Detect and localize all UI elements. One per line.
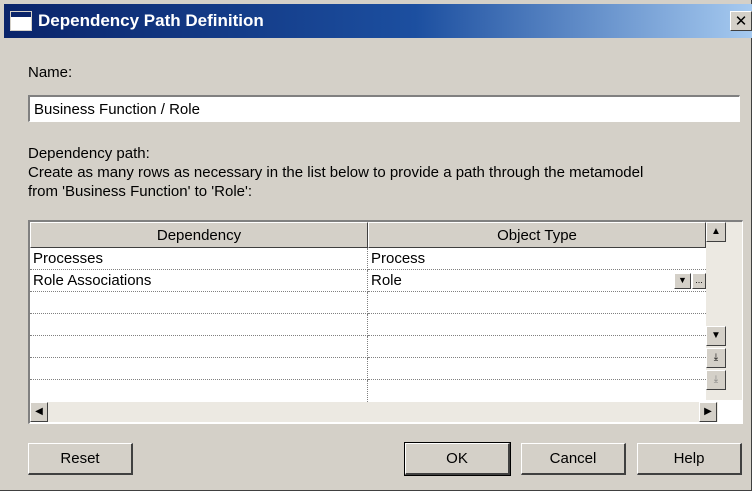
reset-button[interactable]: Reset <box>28 443 133 475</box>
instructions-line-2: from 'Business Function' to 'Role': <box>28 183 253 200</box>
grid-empty-cell[interactable] <box>30 336 368 358</box>
dependency-grid: Dependency Object Type Processes Process… <box>28 220 743 424</box>
grid-empty-cell[interactable] <box>30 358 368 380</box>
ok-button[interactable]: OK <box>404 442 511 476</box>
vertical-scrollbar[interactable]: ▲ ▼ ⤓ ⤓ <box>706 222 742 400</box>
dialog-window-icon <box>10 11 32 31</box>
grid-empty-cell[interactable] <box>368 358 706 380</box>
page-down-icon[interactable]: ⤓ <box>706 348 726 368</box>
name-label: Name: <box>28 64 73 81</box>
cancel-button[interactable]: Cancel <box>521 443 626 475</box>
scroll-down-icon[interactable]: ▼ <box>706 326 726 346</box>
title-bar[interactable]: Dependency Path Definition ✕ <box>4 4 752 38</box>
grid-cell-object-type[interactable]: Role <box>368 270 706 292</box>
grid-empty-cell[interactable] <box>30 380 368 402</box>
grid-empty-cell[interactable] <box>368 292 706 314</box>
page-down-disabled-icon: ⤓ <box>706 370 726 390</box>
scroll-right-icon[interactable]: ▶ <box>699 402 717 422</box>
grid-empty-cell[interactable] <box>368 336 706 358</box>
close-icon[interactable]: ✕ <box>730 11 752 31</box>
grid-cell-dependency[interactable]: Processes <box>30 248 368 270</box>
grid-empty-cell[interactable] <box>368 314 706 336</box>
instructions-line-1: Create as many rows as necessary in the … <box>28 164 644 181</box>
dependency-path-label: Dependency path: <box>28 145 150 162</box>
grid-empty-cell[interactable] <box>368 380 706 402</box>
horizontal-scrollbar[interactable]: ◀ ▶ <box>30 402 718 422</box>
dependency-path-dialog: Dependency Path Definition ✕ Name: Busin… <box>0 0 752 491</box>
help-button[interactable]: Help <box>637 443 742 475</box>
name-field[interactable]: Business Function / Role <box>28 95 740 122</box>
dialog-title: Dependency Path Definition <box>38 11 264 30</box>
chevron-down-icon[interactable]: ▼ <box>674 273 691 289</box>
ellipsis-icon[interactable]: ... <box>692 273 706 289</box>
scroll-up-icon[interactable]: ▲ <box>706 222 726 242</box>
grid-cell-dependency[interactable]: Role Associations <box>30 270 368 292</box>
grid-empty-cell[interactable] <box>30 314 368 336</box>
grid-cell-object-type[interactable]: Process <box>368 248 706 270</box>
scroll-left-icon[interactable]: ◀ <box>30 402 48 422</box>
grid-empty-cell[interactable] <box>30 292 368 314</box>
column-header-dependency[interactable]: Dependency <box>30 222 368 248</box>
column-header-object-type[interactable]: Object Type <box>368 222 706 248</box>
